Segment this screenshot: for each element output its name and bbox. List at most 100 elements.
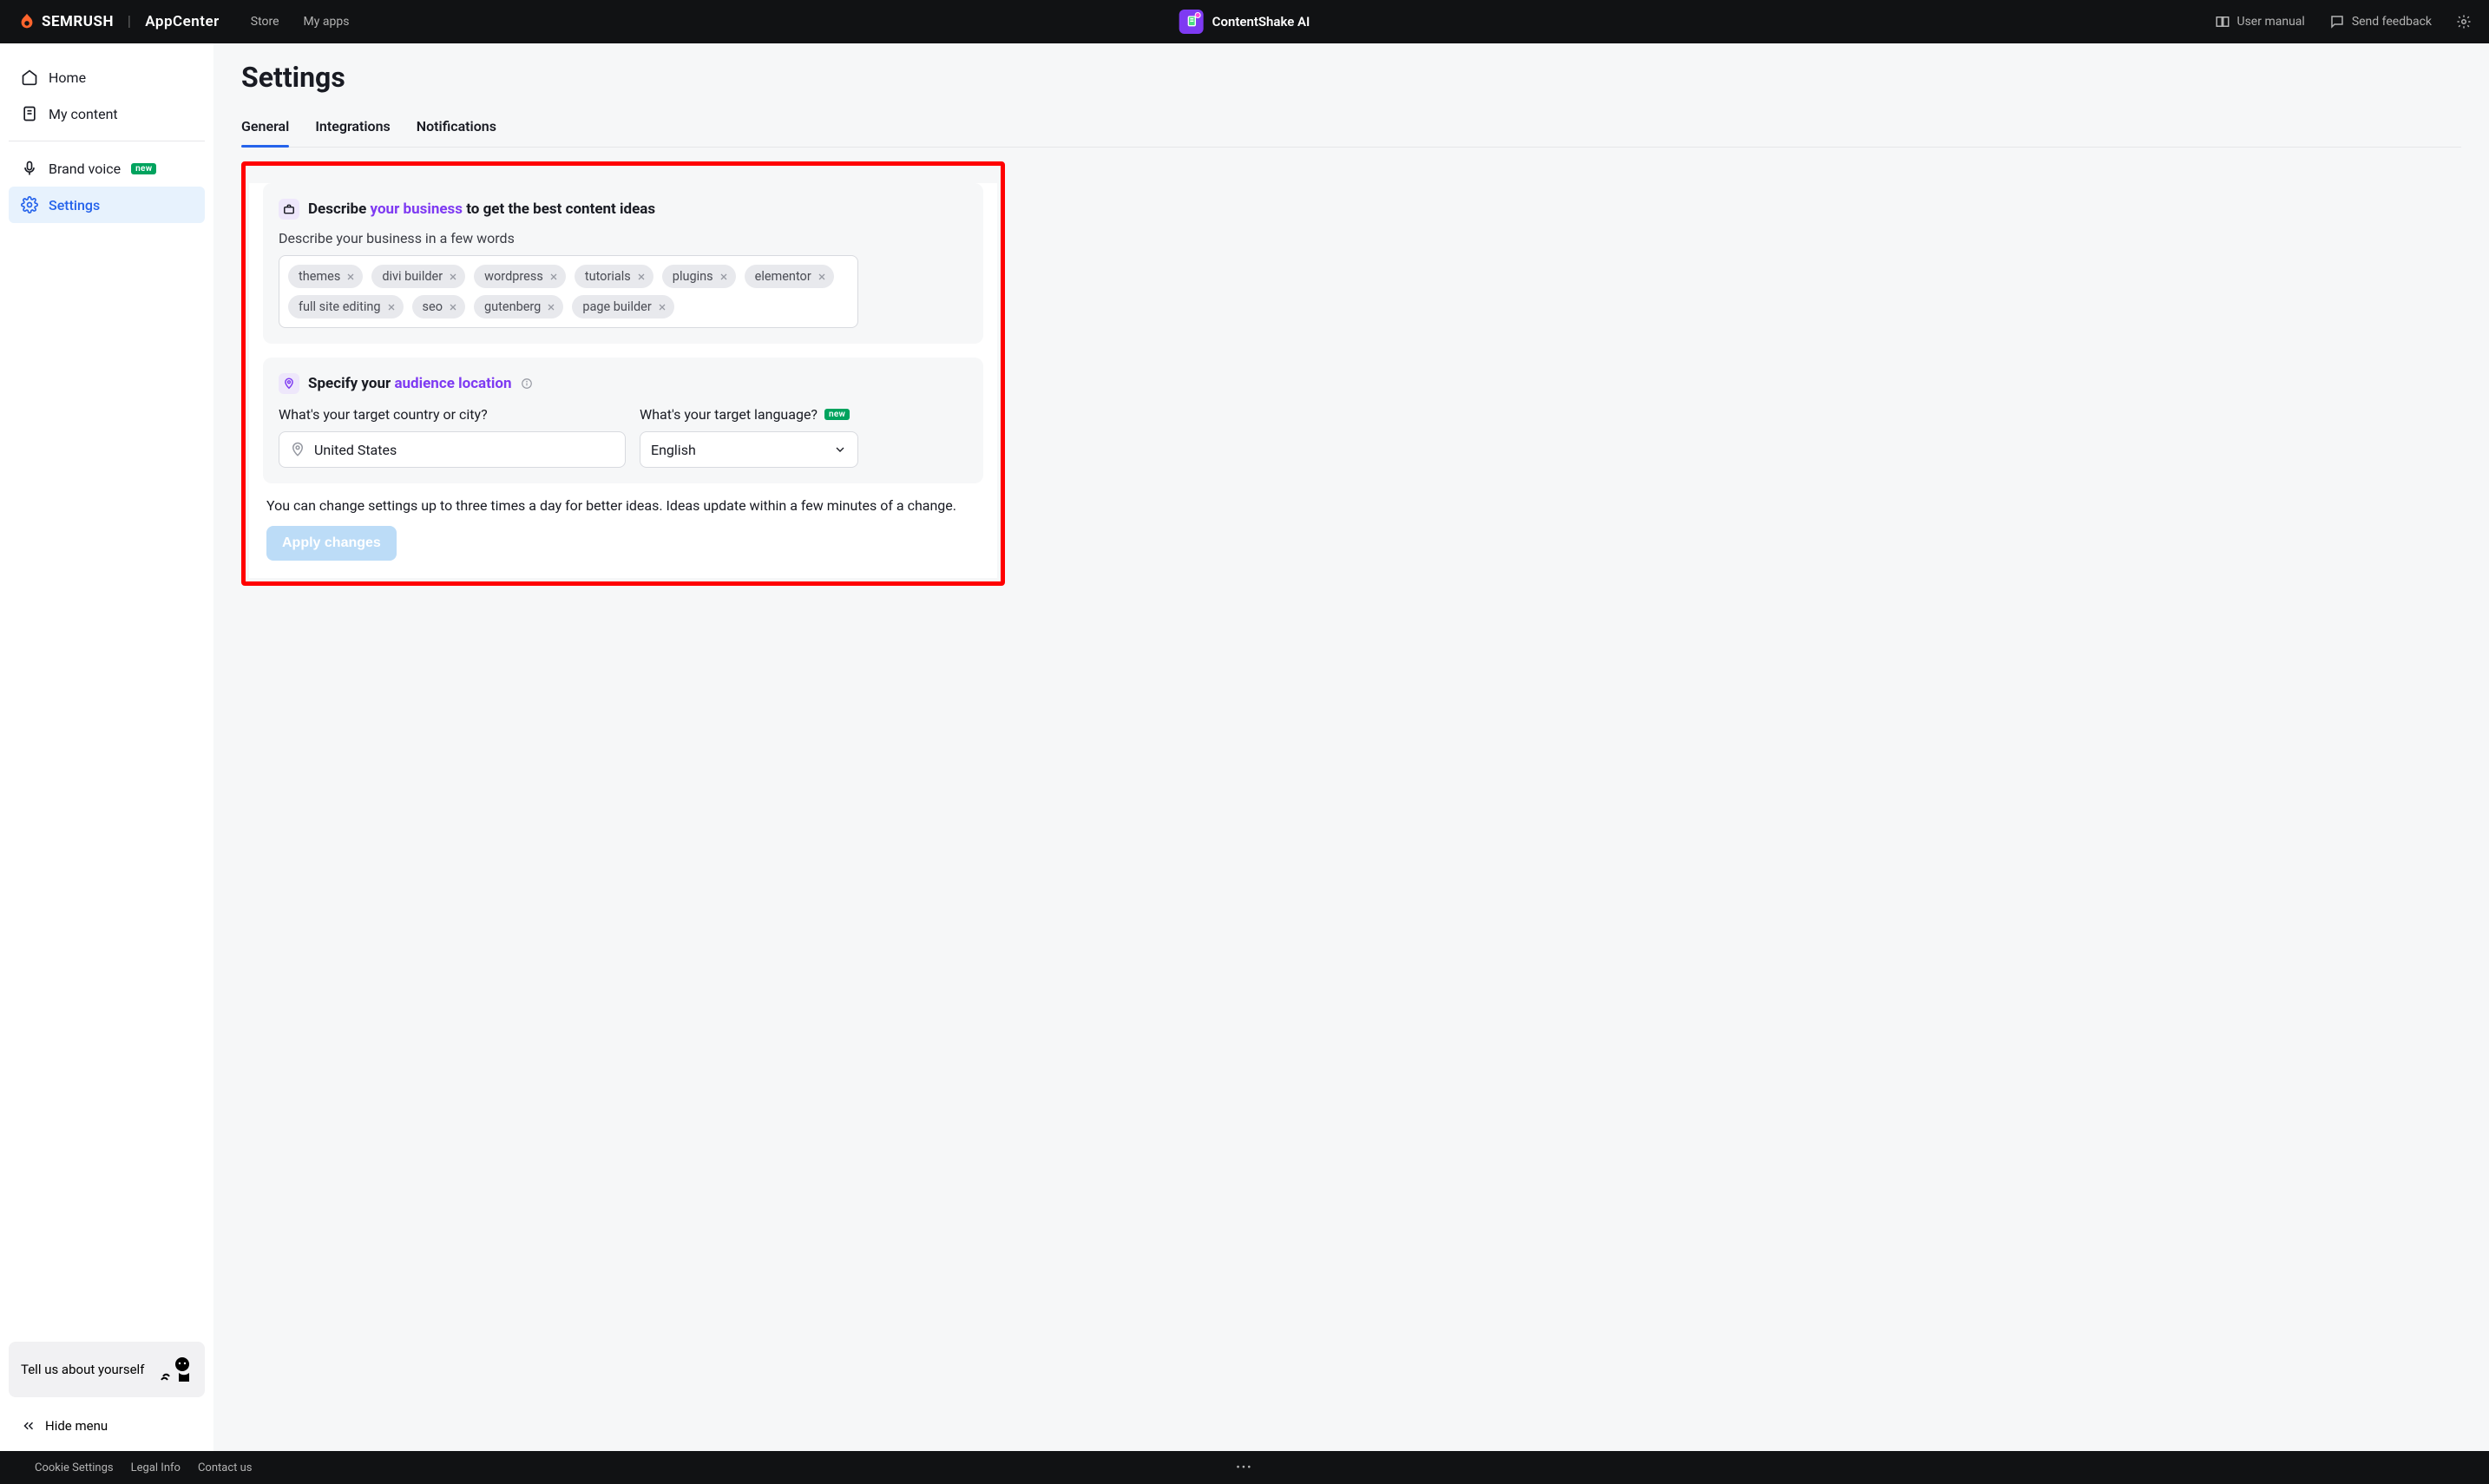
- highlighted-region: Describe your business to get the best c…: [241, 161, 1005, 586]
- business-tags-input[interactable]: themes divi builder wordpress tutorials plug…: [279, 255, 858, 328]
- nav-store[interactable]: Store: [251, 15, 279, 29]
- top-right: User manual Send feedback: [2215, 14, 2473, 30]
- tag-label: seo: [423, 299, 443, 314]
- country-value: United States: [314, 442, 397, 458]
- business-subtitle: Describe your business in a few words: [279, 230, 968, 246]
- app-name: ContentShake AI: [1212, 14, 1310, 30]
- tag-tutorials: tutorials: [575, 265, 653, 288]
- page-title: Settings: [241, 61, 2461, 94]
- tab-notifications[interactable]: Notifications: [417, 109, 496, 147]
- tag-divi-builder: divi builder: [371, 265, 465, 288]
- promo-tell-us[interactable]: Tell us about yourself: [9, 1342, 205, 1397]
- chat-icon: [2329, 14, 2345, 30]
- app-icon: [1179, 10, 1204, 34]
- business-section: Describe your business to get the best c…: [263, 183, 983, 344]
- general-panel: Describe your business to get the best c…: [249, 183, 997, 578]
- tag-remove-icon[interactable]: [719, 272, 729, 282]
- tag-wordpress: wordpress: [474, 265, 566, 288]
- info-icon[interactable]: [521, 378, 533, 390]
- nav-my-apps[interactable]: My apps: [304, 15, 350, 29]
- tab-integrations[interactable]: Integrations: [315, 109, 390, 147]
- top-bar: SEMRUSH | AppCenter Store My apps Conten…: [0, 0, 2489, 43]
- tag-label: elementor: [755, 269, 811, 284]
- sidebar-item-my-content[interactable]: My content: [9, 95, 205, 132]
- tag-plugins: plugins: [662, 265, 736, 288]
- language-value: English: [651, 442, 696, 458]
- footer-contact[interactable]: Contact us: [198, 1461, 253, 1474]
- gear-icon: [2456, 14, 2472, 30]
- country-input[interactable]: United States: [279, 431, 626, 468]
- sidebar: Home My content Brand voice new Settings…: [0, 43, 213, 1451]
- apply-changes-button[interactable]: Apply changes: [266, 526, 397, 561]
- hide-menu-label: Hide menu: [45, 1418, 108, 1434]
- brand-logo[interactable]: SEMRUSH | AppCenter: [17, 12, 220, 31]
- tag-seo: seo: [412, 295, 465, 318]
- tag-remove-icon[interactable]: [448, 272, 458, 282]
- tag-label: divi builder: [382, 269, 443, 284]
- chevrons-left-icon: [21, 1418, 36, 1434]
- tag-gutenberg: gutenberg: [474, 295, 563, 318]
- briefcase-icon: [279, 199, 299, 220]
- tag-remove-icon[interactable]: [345, 272, 356, 282]
- sidebar-item-label: My content: [49, 106, 118, 122]
- tag-label: themes: [299, 269, 340, 284]
- footer-cookie[interactable]: Cookie Settings: [35, 1461, 114, 1474]
- tag-label: wordpress: [484, 269, 543, 284]
- sidebar-item-settings[interactable]: Settings: [9, 187, 205, 223]
- sidebar-item-home[interactable]: Home: [9, 59, 205, 95]
- sidebar-item-brand-voice[interactable]: Brand voice new: [9, 150, 205, 187]
- tag-themes: themes: [288, 265, 363, 288]
- pin-icon: [290, 442, 305, 457]
- country-field: What's your target country or city? Unit…: [279, 406, 626, 468]
- gear-icon: [21, 196, 38, 213]
- new-badge: new: [824, 409, 850, 420]
- brand-separator: |: [128, 13, 131, 30]
- settings-gear-top[interactable]: [2456, 14, 2472, 30]
- top-nav: Store My apps: [251, 15, 350, 29]
- brand-text: SEMRUSH: [42, 13, 114, 30]
- hide-menu-button[interactable]: Hide menu: [9, 1409, 205, 1442]
- language-label: What's your target language? new: [640, 406, 858, 423]
- tag-page-builder: page builder: [572, 295, 673, 318]
- main-content: Settings General Integrations Notificati…: [213, 43, 2489, 1451]
- home-icon: [21, 69, 38, 86]
- tag-label: gutenberg: [484, 299, 541, 314]
- document-icon: [21, 105, 38, 122]
- business-section-title: Describe your business to get the best c…: [279, 199, 968, 220]
- tag-remove-icon[interactable]: [546, 302, 556, 312]
- sidebar-item-label: Settings: [49, 197, 100, 213]
- user-manual-link[interactable]: User manual: [2215, 14, 2305, 30]
- footer: Cookie Settings Legal Info Contact us ••…: [0, 1451, 2489, 1484]
- footer-legal[interactable]: Legal Info: [131, 1461, 181, 1474]
- audience-section-title: Specify your audience location: [279, 373, 968, 394]
- tag-remove-icon[interactable]: [817, 272, 827, 282]
- tag-remove-icon[interactable]: [448, 302, 458, 312]
- tag-label: plugins: [673, 269, 713, 284]
- wave-person-icon: [158, 1352, 193, 1387]
- country-label: What's your target country or city?: [279, 406, 626, 423]
- tag-elementor: elementor: [745, 265, 834, 288]
- flame-icon: [17, 12, 36, 31]
- language-select[interactable]: English: [640, 431, 858, 468]
- book-icon: [2215, 14, 2230, 30]
- mic-icon: [21, 160, 38, 177]
- current-app: ContentShake AI: [1179, 10, 1310, 34]
- tag-label: full site editing: [299, 299, 381, 314]
- send-feedback-link[interactable]: Send feedback: [2329, 14, 2432, 30]
- chevron-down-icon: [833, 443, 847, 456]
- tag-remove-icon[interactable]: [657, 302, 667, 312]
- tag-remove-icon[interactable]: [386, 302, 397, 312]
- tag-remove-icon[interactable]: [548, 272, 559, 282]
- settings-tabs: General Integrations Notifications: [241, 109, 2461, 148]
- sidebar-item-label: Home: [49, 69, 86, 86]
- promo-text: Tell us about yourself: [21, 1362, 144, 1377]
- tag-remove-icon[interactable]: [636, 272, 647, 282]
- settings-note: You can change settings up to three time…: [266, 497, 980, 514]
- tag-full-site-editing: full site editing: [288, 295, 404, 318]
- tab-general[interactable]: General: [241, 109, 289, 147]
- new-badge: new: [131, 163, 156, 174]
- tag-label: page builder: [582, 299, 651, 314]
- appcenter-text: AppCenter: [145, 13, 220, 30]
- footer-ellipsis-icon[interactable]: •••: [1236, 1461, 1252, 1474]
- tag-label: tutorials: [585, 269, 631, 284]
